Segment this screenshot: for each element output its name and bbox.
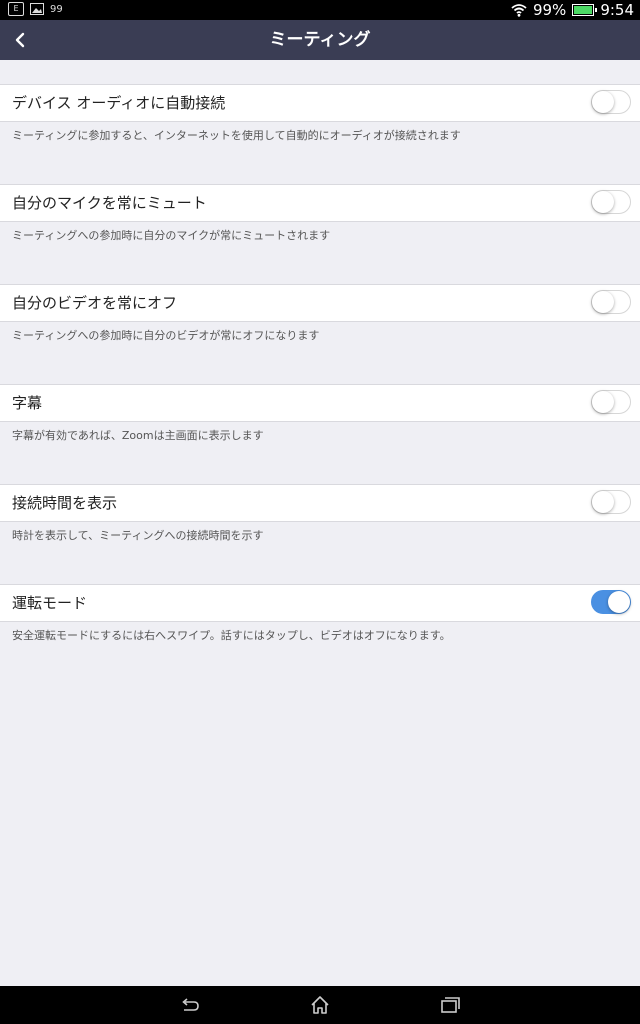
setting-label: 運転モード bbox=[12, 594, 88, 612]
auto-audio-toggle[interactable] bbox=[591, 90, 631, 114]
setting-row: 字幕 bbox=[0, 384, 640, 422]
setting-description: 安全運転モードにするには右へスワイプ。話すにはタップし、ビデオはオフになります。 bbox=[12, 629, 451, 642]
setting-row: 運転モード bbox=[0, 584, 640, 622]
setting-row: 自分のマイクを常にミュート bbox=[0, 184, 640, 222]
header: ミーティング bbox=[0, 20, 640, 60]
settings-list: デバイス オーディオに自動接続 ミーティングに参加すると、インターネットを使用し… bbox=[0, 60, 640, 660]
toggle-knob bbox=[592, 391, 614, 413]
wifi-icon bbox=[511, 4, 527, 17]
setting-description: 時計を表示して、ミーティングへの接続時間を示す bbox=[12, 529, 264, 542]
setting-section-video-off: 自分のビデオを常にオフ ミーティングへの参加時に自分のビデオが常にオフになります bbox=[0, 284, 640, 360]
captions-toggle[interactable] bbox=[591, 390, 631, 414]
nav-back-button[interactable] bbox=[179, 994, 201, 1016]
toggle-knob bbox=[592, 191, 614, 213]
recent-apps-icon bbox=[441, 997, 460, 1013]
setting-description: ミーティングに参加すると、インターネットを使用して自動的にオーディオが接続されま… bbox=[12, 129, 461, 142]
status-left: E 99 bbox=[8, 2, 63, 16]
image-icon bbox=[30, 3, 44, 15]
toggle-knob bbox=[592, 491, 614, 513]
driving-mode-toggle[interactable] bbox=[591, 590, 631, 614]
setting-description: ミーティングへの参加時に自分のビデオが常にオフになります bbox=[12, 329, 320, 342]
setting-label: 字幕 bbox=[12, 394, 43, 412]
status-small-text: 99 bbox=[50, 3, 63, 15]
setting-row: 自分のビデオを常にオフ bbox=[0, 284, 640, 322]
video-off-toggle[interactable] bbox=[591, 290, 631, 314]
setting-description: 字幕が有効であれば、Zoomは主画面に表示します bbox=[12, 429, 264, 442]
battery-icon bbox=[572, 4, 598, 16]
page-title: ミーティング bbox=[269, 30, 371, 50]
setting-section-driving-mode: 運転モード 安全運転モードにするには右へスワイプ。話すにはタップし、ビデオはオフ… bbox=[0, 584, 640, 660]
setting-description: ミーティングへの参加時に自分のマイクが常にミュートされます bbox=[12, 229, 331, 242]
clock: 9:54 bbox=[600, 1, 634, 19]
nav-recent-button[interactable] bbox=[439, 994, 461, 1016]
status-right: 99% 9:54 bbox=[511, 1, 634, 19]
toggle-knob bbox=[592, 91, 614, 113]
setting-section-captions: 字幕 字幕が有効であれば、Zoomは主画面に表示します bbox=[0, 384, 640, 460]
notification-icon: E bbox=[8, 2, 24, 16]
navigation-bar bbox=[0, 986, 640, 1024]
toggle-knob bbox=[592, 291, 614, 313]
setting-section-connection-time: 接続時間を表示 時計を表示して、ミーティングへの接続時間を示す bbox=[0, 484, 640, 560]
battery-fill bbox=[574, 6, 593, 14]
toggle-knob bbox=[608, 591, 630, 613]
setting-row: デバイス オーディオに自動接続 bbox=[0, 84, 640, 122]
battery-percent: 99% bbox=[532, 1, 567, 19]
setting-label: 自分のビデオを常にオフ bbox=[12, 294, 178, 312]
setting-label: 自分のマイクを常にミュート bbox=[12, 194, 207, 212]
mute-mic-toggle[interactable] bbox=[591, 190, 631, 214]
setting-row: 接続時間を表示 bbox=[0, 484, 640, 522]
nav-home-button[interactable] bbox=[309, 994, 331, 1016]
back-arrow-icon bbox=[182, 998, 199, 1011]
setting-label: デバイス オーディオに自動接続 bbox=[12, 94, 226, 112]
setting-section-mute-mic: 自分のマイクを常にミュート ミーティングへの参加時に自分のマイクが常にミュートさ… bbox=[0, 184, 640, 260]
setting-label: 接続時間を表示 bbox=[12, 494, 118, 512]
home-icon bbox=[311, 996, 329, 1014]
status-bar: E 99 99% 9:54 bbox=[0, 0, 640, 20]
connection-time-toggle[interactable] bbox=[591, 490, 631, 514]
setting-section-auto-audio: デバイス オーディオに自動接続 ミーティングに参加すると、インターネットを使用し… bbox=[0, 84, 640, 160]
